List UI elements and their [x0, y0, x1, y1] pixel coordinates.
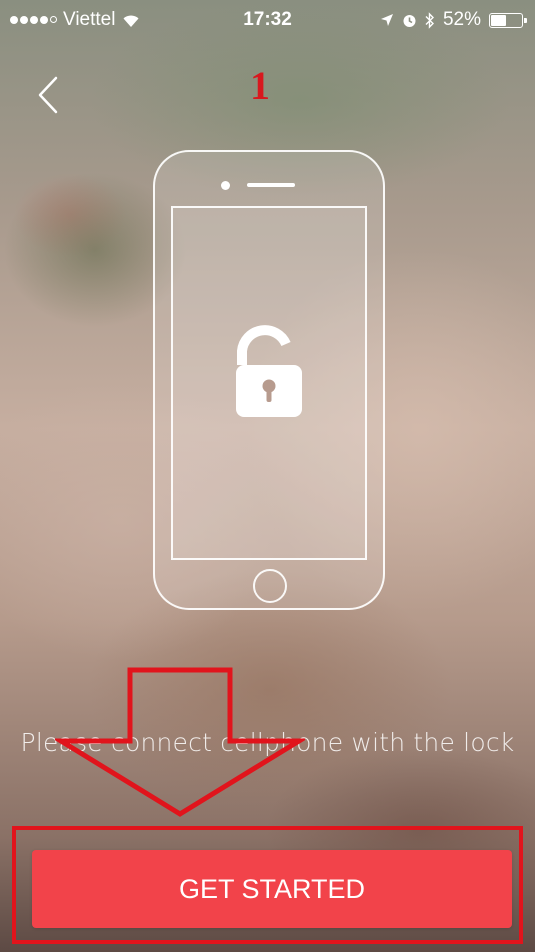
battery-level-fill [491, 14, 506, 26]
chevron-left-icon [38, 76, 58, 114]
alarm-icon [403, 14, 416, 27]
location-arrow-icon [380, 14, 393, 26]
status-right: 52% [380, 9, 527, 31]
step-number-annotation: 1 [250, 63, 270, 108]
down-arrow-annotation-icon [55, 667, 305, 817]
status-bar: Viettel 17:32 52% [0, 0, 535, 40]
unlocked-padlock-icon [236, 325, 302, 417]
phone-speaker [247, 183, 295, 187]
battery-percent: 52% [442, 9, 481, 30]
phone-camera [221, 181, 230, 190]
phone-home-button [253, 569, 287, 603]
back-button[interactable] [26, 70, 70, 120]
battery-icon [489, 12, 527, 28]
get-started-button[interactable]: GET STARTED [32, 850, 512, 928]
bluetooth-icon [425, 11, 434, 29]
